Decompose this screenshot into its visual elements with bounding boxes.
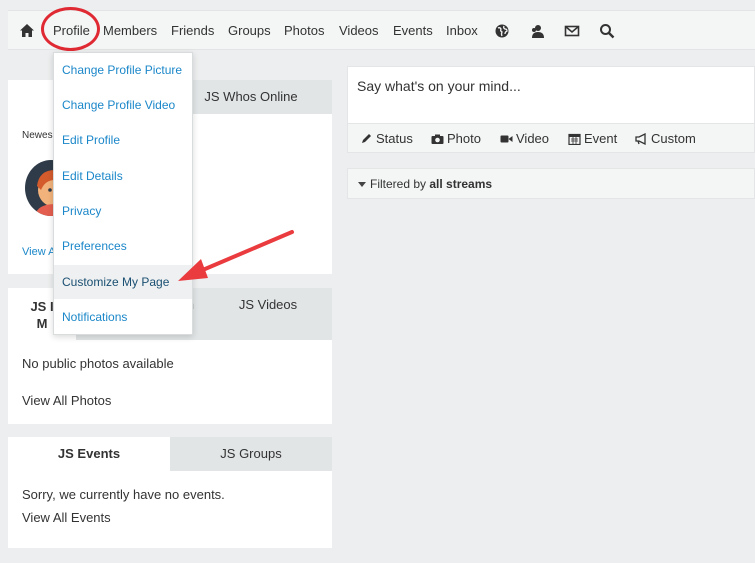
profile-highlight-circle bbox=[41, 7, 100, 51]
nav-friends[interactable]: Friends bbox=[171, 23, 214, 39]
video-button[interactable]: Video bbox=[500, 131, 549, 146]
filter-prefix: Filtered by bbox=[370, 177, 430, 191]
custom-button[interactable]: Custom bbox=[635, 131, 696, 146]
status-composer: Say what's on your mind... Status Photo … bbox=[347, 66, 755, 153]
globe-icon[interactable] bbox=[494, 23, 510, 39]
no-events-text: Sorry, we currently have no events. bbox=[22, 487, 225, 502]
menu-edit-profile[interactable]: Edit Profile bbox=[54, 124, 192, 156]
filter-label: Filtered by all streams bbox=[370, 177, 492, 191]
menu-privacy[interactable]: Privacy bbox=[54, 195, 192, 227]
menu-preferences[interactable]: Preferences bbox=[54, 230, 192, 262]
menu-edit-details[interactable]: Edit Details bbox=[54, 160, 192, 192]
status-button-label: Status bbox=[376, 131, 413, 146]
menu-notifications[interactable]: Notifications bbox=[54, 301, 192, 333]
tab-js-groups[interactable]: JS Groups bbox=[170, 437, 332, 471]
profile-dropdown: Change Profile Picture Change Profile Vi… bbox=[53, 52, 193, 335]
nav-groups[interactable]: Groups bbox=[228, 23, 271, 39]
tab-whos-online[interactable]: JS Whos Online bbox=[170, 80, 332, 114]
view-all-members-link[interactable]: View A bbox=[22, 246, 55, 258]
nav-events[interactable]: Events bbox=[393, 23, 433, 39]
tab-js-events[interactable]: JS Events bbox=[8, 437, 170, 471]
user-icon[interactable] bbox=[530, 23, 546, 39]
menu-change-profile-video[interactable]: Change Profile Video bbox=[54, 89, 192, 121]
top-nav: Profile Members Friends Groups Photos Vi… bbox=[8, 10, 755, 50]
mail-icon[interactable] bbox=[564, 23, 580, 39]
photo-button-label: Photo bbox=[447, 131, 481, 146]
composer-toolbar: Status Photo Video Event Custom bbox=[348, 123, 754, 152]
nav-members[interactable]: Members bbox=[103, 23, 157, 39]
megaphone-icon bbox=[635, 132, 646, 145]
tab-js-videos[interactable]: JS Videos bbox=[204, 288, 332, 340]
calendar-icon bbox=[568, 133, 581, 145]
status-input[interactable]: Say what's on your mind... bbox=[357, 78, 521, 94]
nav-inbox[interactable]: Inbox bbox=[446, 23, 478, 39]
menu-change-profile-picture[interactable]: Change Profile Picture bbox=[54, 54, 192, 86]
search-icon[interactable] bbox=[599, 23, 615, 39]
view-all-events-link[interactable]: View All Events bbox=[22, 510, 111, 525]
video-camera-icon bbox=[500, 135, 513, 142]
pencil-icon bbox=[362, 133, 371, 143]
nav-photos[interactable]: Photos bbox=[284, 23, 324, 39]
events-panel: JS Events JS Groups Sorry, we currently … bbox=[8, 437, 332, 548]
home-icon[interactable] bbox=[19, 23, 35, 39]
newest-label: Newes bbox=[22, 130, 53, 141]
camera-icon bbox=[431, 134, 444, 144]
caret-down-icon bbox=[358, 182, 366, 187]
event-button[interactable]: Event bbox=[568, 131, 617, 146]
menu-customize-my-page[interactable]: Customize My Page bbox=[54, 265, 192, 299]
custom-button-label: Custom bbox=[651, 131, 696, 146]
no-photos-text: No public photos available bbox=[22, 356, 174, 371]
nav-videos[interactable]: Videos bbox=[339, 23, 379, 39]
event-button-label: Event bbox=[584, 131, 618, 146]
filter-value: all streams bbox=[429, 177, 493, 191]
status-button[interactable]: Status bbox=[360, 131, 413, 146]
stream-filter[interactable]: Filtered by all streams bbox=[347, 168, 755, 199]
video-button-label: Video bbox=[516, 131, 550, 146]
view-all-photos-link[interactable]: View All Photos bbox=[22, 393, 111, 408]
photo-button[interactable]: Photo bbox=[431, 131, 481, 146]
